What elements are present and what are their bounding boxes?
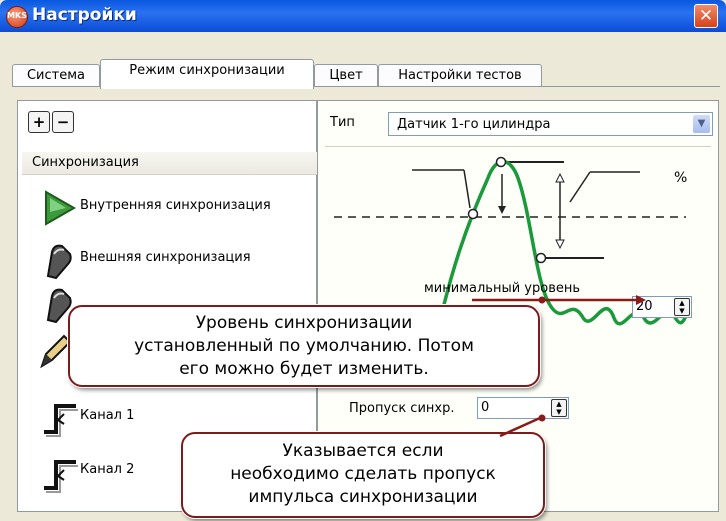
callout-arrow-head (636, 295, 646, 305)
callout-arrow-dot (538, 296, 546, 304)
callout-arrows (472, 295, 646, 438)
callout-arrow-dot (538, 414, 546, 422)
callout-arrow-line (499, 416, 541, 438)
